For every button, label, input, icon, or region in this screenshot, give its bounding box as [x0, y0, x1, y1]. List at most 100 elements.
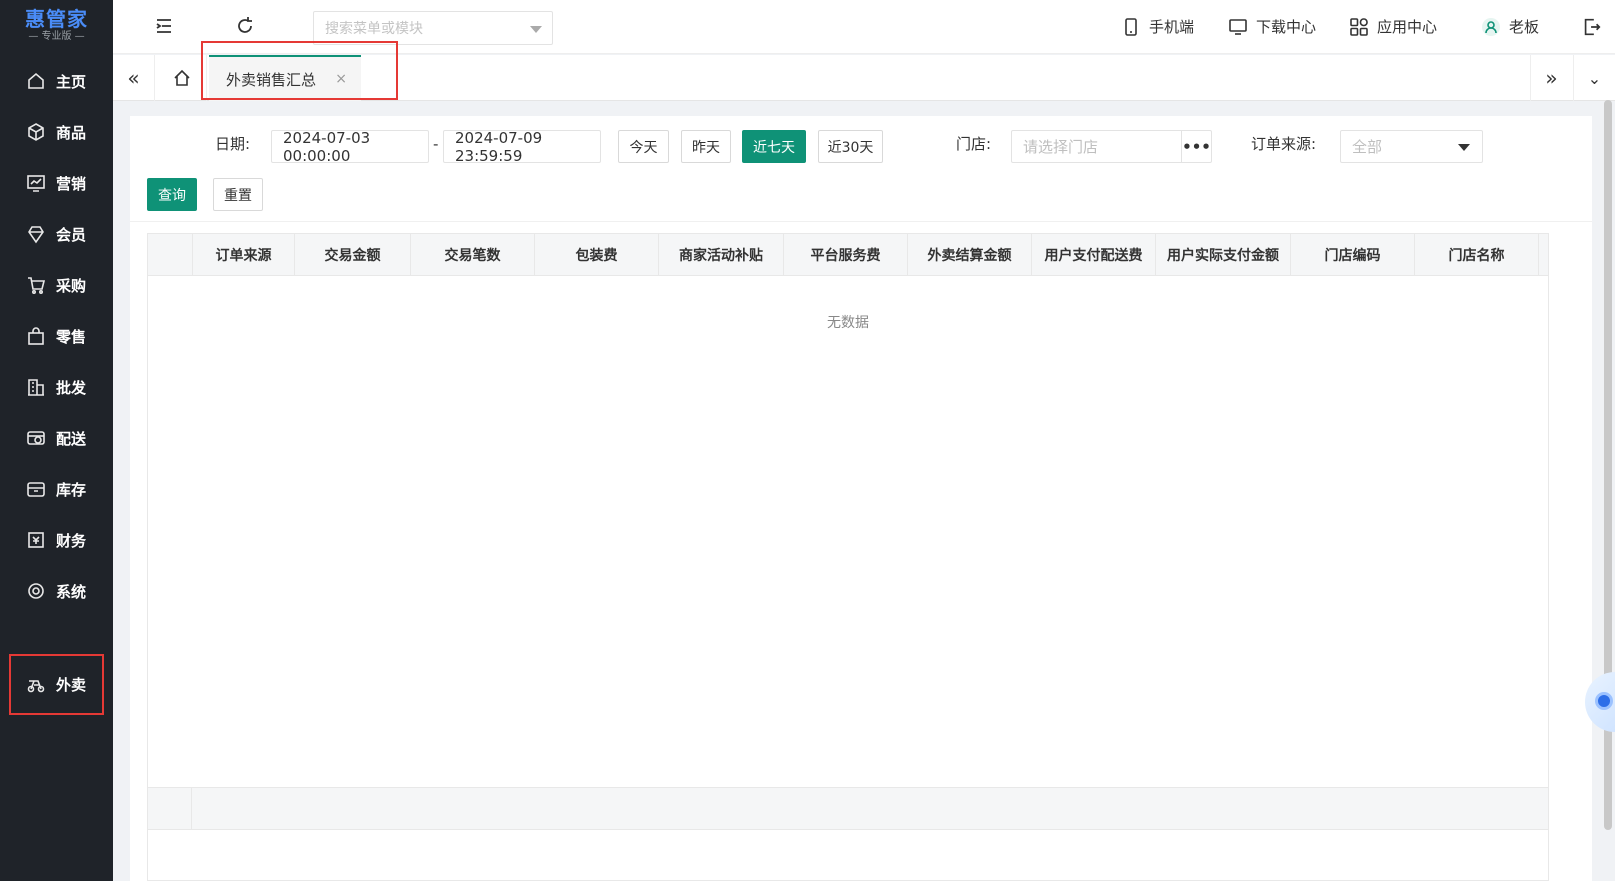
table-header: 订单来源 交易金额 交易笔数 包装费 商家活动补贴 平台服务费 外卖结算金额 用… [148, 234, 1548, 276]
last-30-days-button[interactable]: 近30天 [818, 130, 883, 163]
cube-icon [28, 123, 44, 141]
search-placeholder: 搜索菜单或模块 [325, 21, 423, 37]
chart-icon [27, 175, 45, 192]
monitor-icon [1229, 18, 1247, 35]
sidebar-item-takeout[interactable]: 外卖 [9, 654, 104, 715]
query-button[interactable]: 查询 [147, 178, 197, 211]
user-avatar-icon [1482, 17, 1500, 36]
column-header[interactable]: 商家活动补贴 [659, 234, 784, 276]
sidebar-item-label: 营销 [56, 174, 87, 193]
end-date-input[interactable]: 2024-07-09 23:59:59 [443, 129, 601, 165]
sidebar-item-purchase[interactable]: 采购 [0, 262, 113, 308]
sidebar: 惠管家 — 专业版 — 主页 商品 营销 会员 采购 零售 批发 配送 库存 财… [0, 0, 113, 881]
sidebar-item-label: 采购 [56, 276, 87, 295]
app-center-link[interactable]: 应用中心 [1349, 16, 1437, 37]
sidebar-item-label: 系统 [56, 582, 87, 601]
mobile-label: 手机端 [1149, 18, 1195, 36]
sidebar-item-label: 商品 [56, 123, 87, 142]
close-icon[interactable]: × [335, 71, 347, 87]
bag-icon [28, 327, 44, 345]
sidebar-item-inventory[interactable]: 库存 [0, 466, 113, 512]
column-header[interactable]: 用户支付配送费 [1032, 234, 1156, 276]
mobile-link[interactable]: 手机端 [1121, 16, 1194, 37]
order-source-select[interactable]: 全部 [1340, 130, 1483, 163]
logo-subtitle: — 专业版 — [28, 31, 85, 42]
chevron-down-icon [530, 26, 542, 33]
home-icon [28, 72, 44, 89]
empty-state-text: 无数据 [827, 315, 869, 331]
menu-search-input[interactable]: 搜索菜单或模块 [313, 11, 553, 45]
logo-title: 惠管家 [25, 7, 88, 31]
sidebar-item-label: 财务 [56, 531, 87, 550]
building-icon [28, 379, 44, 396]
column-header[interactable]: 门店编码 [1291, 234, 1415, 276]
scooter-icon [27, 679, 45, 692]
logout-icon[interactable] [1581, 16, 1605, 40]
sidebar-item-label: 配送 [56, 429, 87, 448]
reset-button[interactable]: 重置 [213, 178, 263, 211]
summary-index-cell [148, 788, 192, 829]
sidebar-item-label: 外卖 [56, 676, 87, 694]
sidebar-item-home[interactable]: 主页 [0, 58, 113, 104]
sidebar-item-label: 批发 [56, 378, 87, 397]
data-table: 订单来源 交易金额 交易笔数 包装费 商家活动补贴 平台服务费 外卖结算金额 用… [147, 233, 1549, 881]
tab-strip: « 外卖销售汇总 × » ⌄ [113, 55, 1615, 101]
store-label: 门店: [956, 135, 992, 153]
yesterday-button[interactable]: 昨天 [681, 130, 731, 163]
table-summary-row [148, 787, 1548, 830]
refresh-icon[interactable] [233, 14, 257, 38]
column-header[interactable]: 包装费 [535, 234, 659, 276]
user-name: 老板 [1509, 18, 1540, 36]
home-tab-icon[interactable] [157, 55, 207, 101]
order-source-label: 订单来源: [1251, 135, 1317, 153]
tabs-dropdown-icon[interactable]: ⌄ [1573, 55, 1615, 101]
column-header[interactable]: 门店名称 [1415, 234, 1539, 276]
column-header[interactable]: 交易金额 [295, 234, 411, 276]
column-header[interactable]: 交易笔数 [411, 234, 535, 276]
start-date-input[interactable]: 2024-07-03 00:00:00 [271, 129, 429, 165]
index-column-header [148, 234, 193, 276]
finance-icon [28, 532, 44, 548]
today-button[interactable]: 今天 [618, 130, 669, 163]
download-center-label: 下载中心 [1256, 18, 1317, 36]
tab-takeout-sales-summary[interactable]: 外卖销售汇总 × [209, 55, 361, 101]
apps-grid-icon [1350, 17, 1368, 36]
last-7-days-button[interactable]: 近七天 [742, 130, 806, 163]
column-header[interactable]: 订单来源 [193, 234, 295, 276]
filter-bar: 日期: 2024-07-03 00:00:00 - 2024-07-09 23:… [130, 116, 1592, 222]
sidebar-item-products[interactable]: 商品 [0, 109, 113, 155]
column-header[interactable]: 平台服务费 [784, 234, 908, 276]
diamond-icon [28, 226, 44, 244]
sidebar-item-label: 主页 [56, 72, 87, 91]
app-center-label: 应用中心 [1377, 18, 1438, 36]
settings-icon [28, 583, 44, 599]
sidebar-item-marketing[interactable]: 营销 [0, 160, 113, 206]
sidebar-item-wholesale[interactable]: 批发 [0, 364, 113, 410]
store-placeholder: 请选择门店 [1023, 138, 1099, 156]
tab-label: 外卖销售汇总 [226, 70, 317, 89]
box-icon [27, 482, 45, 497]
column-header[interactable]: 用户实际支付金额 [1156, 234, 1291, 276]
column-header[interactable]: 外卖结算金额 [908, 234, 1032, 276]
menu-toggle-icon[interactable] [153, 14, 177, 38]
sidebar-item-label: 会员 [56, 225, 87, 244]
sidebar-item-system[interactable]: 系统 [0, 568, 113, 614]
sidebar-item-delivery[interactable]: 配送 [0, 415, 113, 461]
app-logo[interactable]: 惠管家 — 专业版 — [0, 0, 113, 52]
cart-icon [28, 277, 46, 295]
sidebar-item-finance[interactable]: 财务 [0, 517, 113, 563]
tabs-scroll-right-icon[interactable]: » [1530, 55, 1572, 101]
assistant-robot-icon [1595, 692, 1613, 710]
store-select-input[interactable]: 请选择门店 ••• [1011, 130, 1212, 163]
sidebar-item-label: 库存 [56, 480, 87, 499]
phone-icon [1125, 17, 1137, 36]
sidebar-item-members[interactable]: 会员 [0, 211, 113, 257]
sidebar-item-retail[interactable]: 零售 [0, 313, 113, 359]
report-panel: 日期: 2024-07-03 00:00:00 - 2024-07-09 23:… [130, 116, 1592, 881]
tabs-scroll-left-icon[interactable]: « [113, 55, 155, 101]
date-separator: - [433, 135, 439, 153]
download-center-link[interactable]: 下载中心 [1228, 16, 1316, 37]
more-icon[interactable]: ••• [1181, 131, 1211, 162]
user-menu[interactable]: 老板 [1481, 16, 1539, 37]
delivery-icon [27, 431, 45, 445]
